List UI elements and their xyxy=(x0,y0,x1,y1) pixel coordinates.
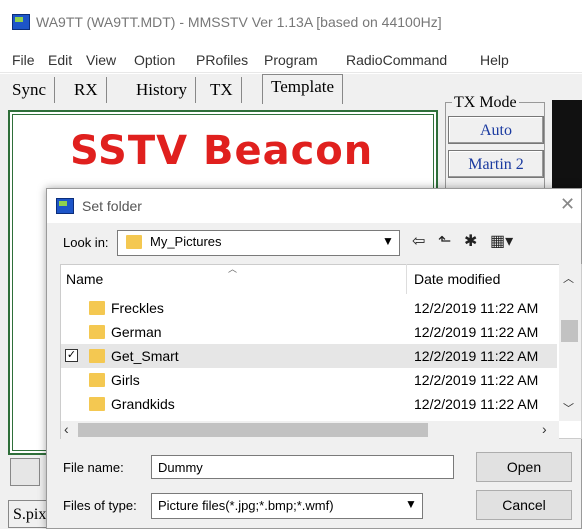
tab-tx[interactable]: TX xyxy=(202,77,242,103)
list-item[interactable]: Girls 12/2/2019 11:22 AM xyxy=(61,368,557,392)
menu-help[interactable]: Help xyxy=(480,52,509,68)
tx-mode-label: TX Mode xyxy=(452,94,519,112)
menu-view[interactable]: View xyxy=(86,52,116,68)
folder-icon xyxy=(126,235,142,249)
tab-history[interactable]: History xyxy=(128,77,196,103)
list-item[interactable]: German 12/2/2019 11:22 AM xyxy=(61,320,557,344)
menu-profiles[interactable]: PRofiles xyxy=(196,52,248,68)
file-name-input[interactable] xyxy=(151,455,454,479)
tab-template[interactable]: Template xyxy=(262,74,344,106)
close-icon[interactable]: ✕ xyxy=(560,194,575,215)
file-date: 12/2/2019 11:22 AM xyxy=(414,348,539,364)
up-folder-icon[interactable]: ⬑ xyxy=(438,231,451,251)
menu-edit[interactable]: Edit xyxy=(48,52,72,68)
file-date: 12/2/2019 11:22 AM xyxy=(414,396,539,412)
folder-icon xyxy=(89,301,105,315)
file-name-label: File name: xyxy=(63,460,124,475)
file-name: Freckles xyxy=(111,300,164,316)
file-date: 12/2/2019 11:22 AM xyxy=(414,372,539,388)
beacon-text: SSTV Beacon xyxy=(70,128,374,174)
column-header-name[interactable]: Name xyxy=(66,271,103,287)
tx-mode-auto-button[interactable]: Auto xyxy=(448,116,544,144)
scroll-up-icon[interactable]: ︿ xyxy=(563,270,574,286)
vertical-scroll-thumb[interactable] xyxy=(561,320,578,342)
column-header-date[interactable]: Date modified xyxy=(414,271,500,287)
sort-up-icon: ︿ xyxy=(228,264,238,274)
scroll-left-icon[interactable]: ‹ xyxy=(64,421,69,437)
file-type-value: Picture files(*.jpg;*.bmp;*.wmf) xyxy=(158,498,334,513)
menu-option[interactable]: Option xyxy=(134,52,175,68)
chevron-down-icon[interactable]: ▼ xyxy=(382,234,394,248)
selection-checkbox[interactable]: ✓ xyxy=(65,349,78,362)
file-name: Get_Smart xyxy=(111,348,179,364)
new-folder-icon[interactable]: ✱ xyxy=(464,231,477,251)
file-date: 12/2/2019 11:22 AM xyxy=(414,300,539,316)
tx-mode-martin2-button[interactable]: Martin 2 xyxy=(448,150,544,178)
folder-icon xyxy=(89,373,105,387)
look-in-value: My_Pictures xyxy=(150,234,222,249)
dialog-app-icon xyxy=(56,198,74,214)
file-name: German xyxy=(111,324,162,340)
list-item[interactable]: Grandkids 12/2/2019 11:22 AM xyxy=(61,392,557,416)
chevron-down-icon[interactable]: ▼ xyxy=(405,497,417,511)
menu-radiocommand[interactable]: RadioCommand xyxy=(346,52,447,68)
list-item[interactable]: Freckles 12/2/2019 11:22 AM xyxy=(61,296,557,320)
tab-rx[interactable]: RX xyxy=(66,77,107,103)
scroll-down-icon[interactable]: ﹀ xyxy=(563,400,574,416)
cancel-button[interactable]: Cancel xyxy=(476,490,572,520)
menu-bar: File Edit View Option PRofiles Program R… xyxy=(0,44,582,73)
scroll-right-icon[interactable]: › xyxy=(542,421,547,437)
window-title: WA9TT (WA9TT.MDT) - MMSSTV Ver 1.13A [ba… xyxy=(36,14,442,30)
horizontal-scroll-thumb[interactable] xyxy=(78,423,428,437)
view-menu-icon[interactable]: ▦▾ xyxy=(490,231,513,251)
list-item-selected[interactable]: ✓ Get_Smart 12/2/2019 11:22 AM xyxy=(61,344,557,368)
file-name: Girls xyxy=(111,372,140,388)
column-divider[interactable] xyxy=(406,264,407,294)
app-icon[interactable] xyxy=(12,14,30,30)
tool-button[interactable] xyxy=(10,458,40,486)
folder-icon xyxy=(89,349,105,363)
menu-program[interactable]: Program xyxy=(264,52,318,68)
look-in-label: Look in: xyxy=(63,235,109,250)
folder-icon xyxy=(89,325,105,339)
folder-icon xyxy=(89,397,105,411)
file-type-label: Files of type: xyxy=(63,498,137,513)
open-button[interactable]: Open xyxy=(476,452,572,482)
dialog-title: Set folder xyxy=(82,198,142,214)
back-arrow-icon[interactable]: ⇦ xyxy=(412,231,425,251)
menu-file[interactable]: File xyxy=(12,52,35,68)
file-date: 12/2/2019 11:22 AM xyxy=(414,324,539,340)
tab-sync[interactable]: Sync xyxy=(4,77,55,103)
file-name: Grandkids xyxy=(111,396,175,412)
vertical-scrollbar[interactable] xyxy=(559,264,581,421)
